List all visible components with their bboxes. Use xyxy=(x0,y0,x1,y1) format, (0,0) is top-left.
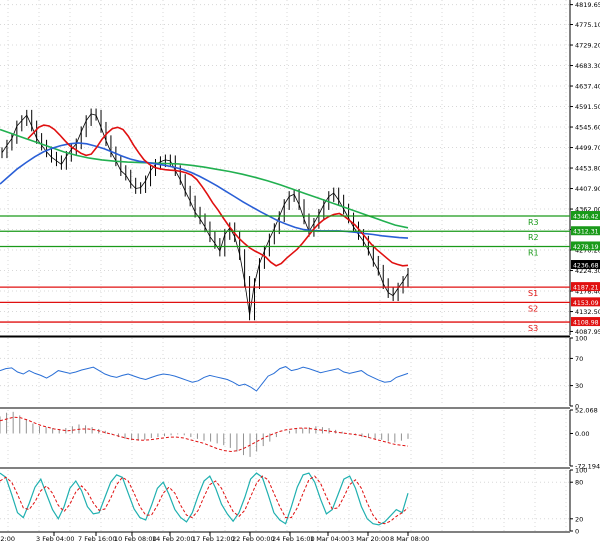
y-tick-label: 4545.60 xyxy=(575,124,600,132)
stoch-tick-label: 80 xyxy=(575,479,583,487)
stochastic-main-line xyxy=(0,472,409,526)
rsi-tick-label: 70 xyxy=(575,355,583,363)
x-tick-label: 24 Feb 16:00 xyxy=(272,535,315,543)
x-tick-label: 22 Feb 00:00 xyxy=(232,535,275,543)
y-tick-label: 4591.50 xyxy=(575,103,600,111)
y-tick-label: 4683.30 xyxy=(575,62,600,70)
level-value-label: 4153.09 xyxy=(573,300,599,307)
rsi-tick-label: 100 xyxy=(575,335,587,343)
x-tick-label: 7 Feb 16:00 xyxy=(78,535,117,543)
x-tick-label: 1 Jan 12:00 xyxy=(0,535,15,543)
macd-tick-label: 0.00 xyxy=(575,430,589,438)
x-tick-label: 3 Mar 20:00 xyxy=(350,535,389,543)
x-tick-label: 3 Feb 04:00 xyxy=(36,535,75,543)
stoch-tick-label: 0 xyxy=(575,528,579,536)
y-tick-label: 4132.50 xyxy=(575,308,600,316)
y-tick-label: 4729.20 xyxy=(575,42,600,50)
level-value-label: 4187.21 xyxy=(573,285,599,292)
rsi-tick-label: 30 xyxy=(575,382,583,390)
macd-tick-label: 52.068 xyxy=(575,407,598,415)
x-tick-label: 1 Mar 04:00 xyxy=(310,535,349,543)
current-price-label: 4236.68 xyxy=(573,263,599,270)
y-tick-label: 4407.90 xyxy=(575,185,600,193)
level-label-r2: R2 xyxy=(528,233,539,242)
x-tick-label: 8 Mar 08:00 xyxy=(390,535,429,543)
y-tick-label: 4775.10 xyxy=(575,21,600,29)
y-tick-label: 4499.70 xyxy=(575,144,600,152)
moving-average-fast xyxy=(27,124,409,267)
x-tick-label: 17 Feb 12:00 xyxy=(192,535,235,543)
y-tick-label: 4637.40 xyxy=(575,83,600,91)
level-value-label: 4346.42 xyxy=(573,213,599,220)
y-tick-label: 4453.80 xyxy=(575,165,600,173)
chart-canvas: 4819.65 4775.10 4729.20 4683.30 4637.40 4591.… xyxy=(0,0,600,543)
level-label-s2: S2 xyxy=(528,304,538,313)
x-tick-label: 10 Feb 08:00 xyxy=(114,535,157,543)
level-value-label: 4278.19 xyxy=(573,244,599,251)
level-label-r1: R1 xyxy=(528,248,539,257)
rsi-line xyxy=(0,366,409,392)
x-tick-label: 14 Feb 20:00 xyxy=(152,535,195,543)
level-label-s1: S1 xyxy=(528,289,538,298)
level-label-s3: S3 xyxy=(528,324,538,333)
chart-root: 4819.65 4775.10 4729.20 4683.30 4637.40 4591.… xyxy=(0,0,600,546)
level-value-label: 4312.31 xyxy=(573,229,599,236)
level-value-label: 4108.98 xyxy=(573,320,599,327)
level-label-r3: R3 xyxy=(528,218,539,227)
stoch-tick-label: 20 xyxy=(575,515,583,523)
stoch-tick-label: 100 xyxy=(575,467,587,475)
y-tick-label: 4819.65 xyxy=(575,1,600,9)
stochastic-signal-line xyxy=(0,475,409,525)
